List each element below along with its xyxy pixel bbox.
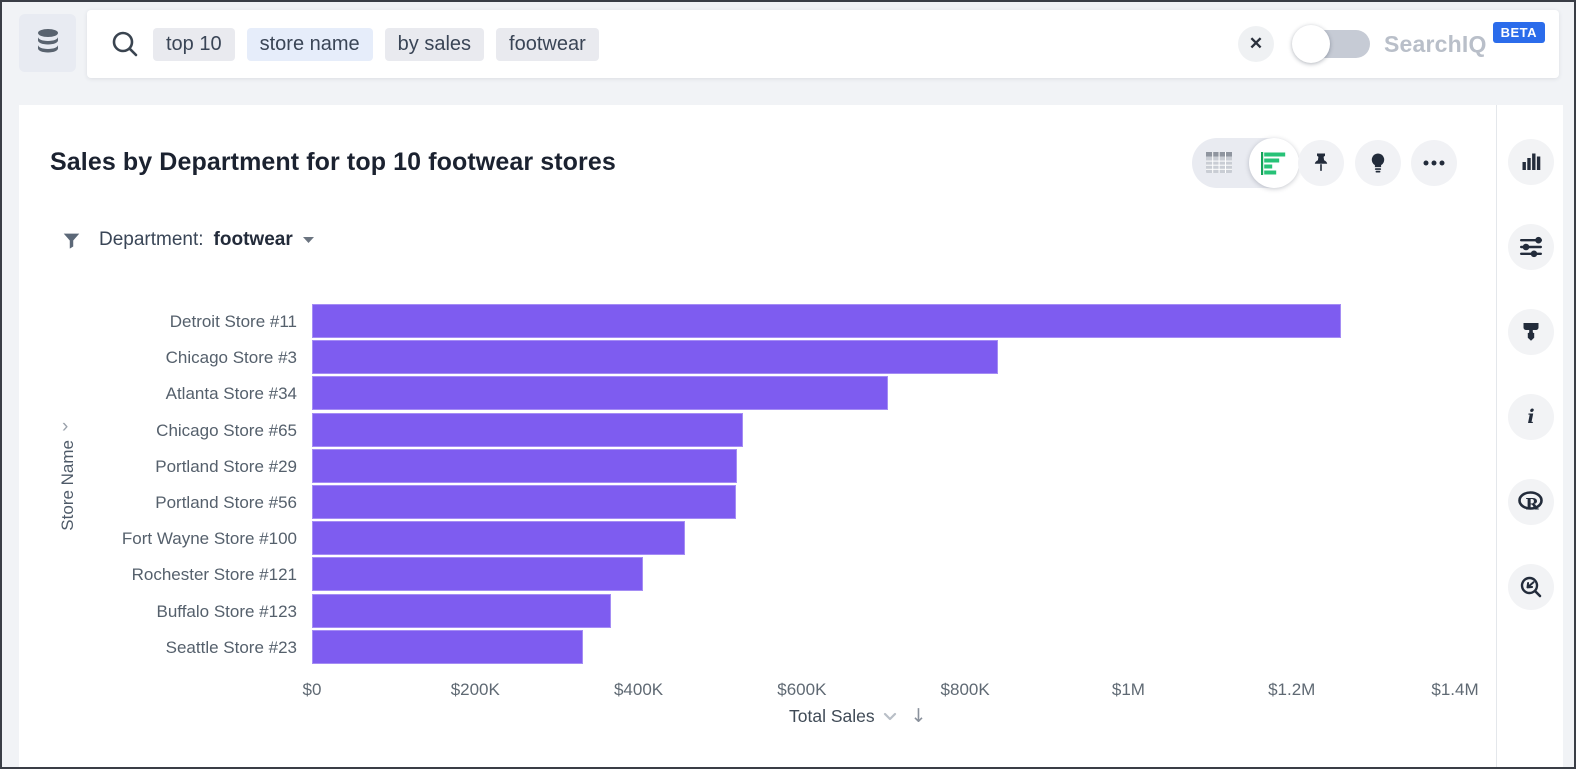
database-icon	[35, 28, 61, 58]
y-axis-label: Chicago Store #65	[156, 413, 297, 449]
view-toggle[interactable]	[1192, 138, 1299, 188]
info-button[interactable]: i	[1508, 394, 1554, 440]
data-source-button[interactable]	[19, 14, 76, 72]
x-axis-tick: $800K	[941, 680, 990, 700]
x-axis-title[interactable]: Total Sales	[789, 706, 875, 727]
answer-card: Sales by Department for top 10 footwear …	[19, 105, 1563, 767]
configure-sliders-button[interactable]	[1508, 224, 1554, 270]
chart-view-icon[interactable]	[1249, 138, 1299, 188]
chevron-down-icon[interactable]	[302, 236, 315, 244]
bar-portland-store-29[interactable]	[312, 449, 737, 483]
info-icon: i	[1519, 405, 1543, 429]
svg-text:R: R	[1525, 495, 1539, 514]
bar-chicago-store-65[interactable]	[312, 413, 743, 447]
y-axis-label: Seattle Store #23	[166, 630, 297, 666]
paintbrush-button[interactable]	[1508, 309, 1554, 355]
x-axis-tick: $600K	[777, 680, 826, 700]
bar-chart-plot	[312, 304, 1455, 666]
drill-search-button[interactable]	[1508, 564, 1554, 610]
filter-label: Department:	[99, 229, 204, 251]
y-axis-label: Atlanta Store #34	[166, 376, 297, 412]
paintbrush-icon	[1519, 320, 1543, 344]
bar-fort-wayne-store-100[interactable]	[312, 521, 685, 555]
search-token[interactable]: by sales	[385, 28, 484, 61]
x-axis-tick: $1.2M	[1268, 680, 1315, 700]
y-axis-label: Buffalo Store #123	[156, 594, 297, 630]
x-axis-tick: $400K	[614, 680, 663, 700]
filter-value[interactable]: footwear	[214, 229, 293, 251]
sort-descending-icon[interactable]: ↓	[911, 705, 927, 727]
answer-sidebar: iR	[1496, 105, 1563, 767]
table-view-icon[interactable]	[1206, 152, 1233, 179]
column-chart-button[interactable]	[1508, 139, 1554, 185]
x-axis-tick: $1M	[1112, 680, 1145, 700]
y-axis-label: Rochester Store #121	[132, 557, 297, 593]
bar-atlanta-store-34[interactable]	[312, 376, 888, 410]
clear-search-button[interactable]: ✕	[1238, 26, 1274, 62]
x-axis-tick: $1.4M	[1431, 680, 1478, 700]
bar-buffalo-store-123[interactable]	[312, 594, 611, 628]
column-chart-icon	[1519, 150, 1543, 174]
y-axis-label: Portland Store #56	[155, 485, 297, 521]
filter-row: Department: footwear	[62, 229, 315, 251]
top-search-bar: top 10 store name by sales footwear ✕ Searc…	[19, 10, 1559, 78]
insights-button[interactable]	[1355, 140, 1401, 186]
search-token[interactable]: top 10	[153, 28, 235, 61]
pin-button[interactable]	[1298, 140, 1344, 186]
searchiq-toggle[interactable]	[1296, 30, 1370, 58]
search-token[interactable]: store name	[247, 28, 373, 61]
y-axis-label: Detroit Store #11	[170, 304, 297, 340]
svg-text:i: i	[1527, 406, 1534, 428]
more-options-button[interactable]	[1411, 140, 1457, 186]
searchiq-toggle-knob[interactable]	[1292, 25, 1330, 63]
axis-menu-chevron-icon[interactable]	[883, 712, 897, 721]
bar-detroit-store-11[interactable]	[312, 304, 1341, 338]
search-input[interactable]: top 10 store name by sales footwear ✕ Searc…	[87, 10, 1559, 78]
bar-seattle-store-23[interactable]	[312, 630, 583, 664]
beta-badge: BETA	[1493, 22, 1545, 43]
drill-search-icon	[1519, 575, 1543, 599]
filter-funnel-icon	[62, 231, 81, 250]
answer-title: Sales by Department for top 10 footwear …	[50, 148, 616, 177]
y-axis-label: Fort Wayne Store #100	[122, 521, 297, 557]
pin-icon	[1309, 151, 1333, 175]
x-axis-tick: $200K	[451, 680, 500, 700]
y-axis-label: Portland Store #29	[155, 449, 297, 485]
lightbulb-icon	[1366, 151, 1390, 175]
search-token-row: top 10 store name by sales footwear	[153, 28, 599, 61]
bar-rochester-store-121[interactable]	[312, 557, 643, 591]
x-axis-title-row: Total Sales ↓	[789, 705, 927, 727]
ellipsis-icon	[1421, 151, 1447, 175]
r-analytics-icon: R	[1517, 490, 1545, 514]
y-axis-label: Chicago Store #3	[166, 340, 297, 376]
r-analytics-button[interactable]: R	[1508, 479, 1554, 525]
searchiq-label: SearchIQ	[1384, 31, 1487, 58]
configure-sliders-icon	[1519, 235, 1544, 259]
bar-chicago-store-3[interactable]	[312, 340, 998, 374]
searchbar-controls: ✕ SearchIQ BETA	[1238, 26, 1545, 62]
y-axis-labels: Detroit Store #11Chicago Store #3Atlanta…	[19, 304, 297, 666]
bar-portland-store-56[interactable]	[312, 485, 736, 519]
search-token[interactable]: footwear	[496, 28, 599, 61]
x-axis-tick: $0	[303, 680, 322, 700]
x-axis-ticks: $0$200K$400K$600K$800K$1M$1.2M$1.4M	[312, 680, 1472, 704]
search-icon	[109, 28, 141, 60]
